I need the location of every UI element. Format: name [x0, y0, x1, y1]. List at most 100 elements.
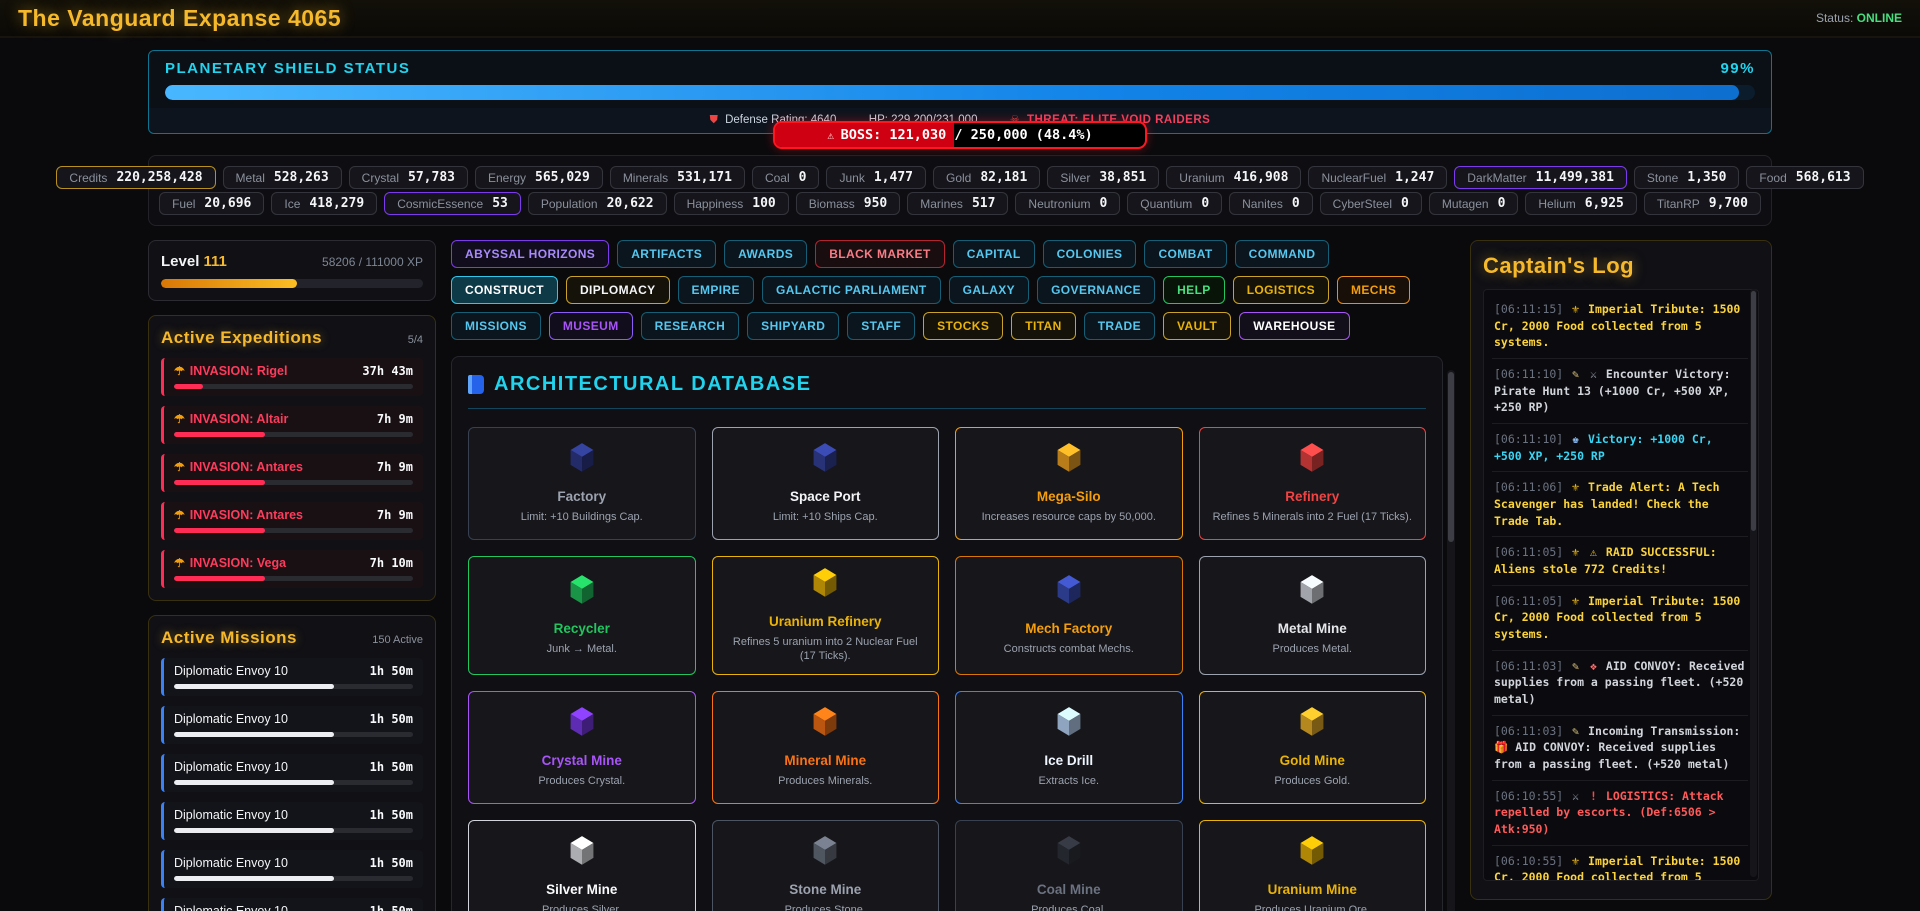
tab-command[interactable]: COMMAND — [1235, 240, 1330, 268]
content-scrollbar[interactable] — [1447, 370, 1455, 911]
tab-galaxy[interactable]: GALAXY — [949, 276, 1029, 304]
resource-pill-uranium[interactable]: Uranium416,908 — [1166, 166, 1301, 189]
database-book-icon — [468, 375, 484, 394]
resource-pill-cosmicessence[interactable]: CosmicEssence53 — [384, 192, 521, 215]
log-timestamp: [06:11:10] — [1494, 432, 1570, 446]
tab-diplomacy[interactable]: DIPLOMACY — [566, 276, 670, 304]
building-card-recycler[interactable]: RecyclerJunk → Metal. — [468, 556, 696, 675]
building-card-metal-mine[interactable]: Metal MineProduces Metal. — [1199, 556, 1427, 675]
building-card-refinery[interactable]: RefineryRefines 5 Minerals into 2 Fuel (… — [1199, 427, 1427, 540]
expedition-item[interactable]: ☂INVASION: Vega7h 10m — [161, 550, 423, 588]
tab-titan[interactable]: TITAN — [1011, 312, 1075, 340]
resource-pill-coal[interactable]: Coal0 — [752, 166, 820, 189]
resource-pill-nanites[interactable]: Nanites0 — [1229, 192, 1313, 215]
tab-capital[interactable]: CAPITAL — [953, 240, 1035, 268]
mission-item[interactable]: Diplomatic Envoy 101h 50m — [161, 802, 423, 840]
tab-abyssal-horizons[interactable]: ABYSSAL HORIZONS — [451, 240, 609, 268]
building-card-uranium-mine[interactable]: Uranium MineProduces Uranium Ore. — [1199, 820, 1427, 911]
tab-trade[interactable]: TRADE — [1084, 312, 1155, 340]
resource-pill-metal[interactable]: Metal528,263 — [223, 166, 342, 189]
resource-pill-credits[interactable]: Credits220,258,428 — [56, 166, 215, 189]
building-card-uranium-refinery[interactable]: Uranium RefineryRefines 5 uranium into 2… — [712, 556, 940, 675]
mission-item[interactable]: Diplomatic Envoy 101h 50m — [161, 706, 423, 744]
log-scrollbar[interactable] — [1750, 289, 1757, 877]
tab-mechs[interactable]: MECHS — [1337, 276, 1410, 304]
building-card-crystal-mine[interactable]: Crystal MineProduces Crystal. — [468, 691, 696, 804]
tab-colonies[interactable]: COLONIES — [1043, 240, 1137, 268]
resource-value: 38,851 — [1099, 170, 1146, 185]
resource-value: 0 — [1201, 196, 1209, 211]
building-card-factory[interactable]: FactoryLimit: +10 Buildings Cap. — [468, 427, 696, 540]
resource-pill-nuclearfuel[interactable]: NuclearFuel1,247 — [1308, 166, 1447, 189]
resource-pill-helium[interactable]: Helium6,925 — [1525, 192, 1636, 215]
resource-pill-titanrp[interactable]: TitanRP9,700 — [1644, 192, 1761, 215]
tab-warehouse[interactable]: WAREHOUSE — [1239, 312, 1349, 340]
mission-item[interactable]: Diplomatic Envoy 101h 50m — [161, 658, 423, 696]
resource-pill-biomass[interactable]: Biomass950 — [796, 192, 901, 215]
tab-awards[interactable]: AWARDS — [724, 240, 807, 268]
building-description: Produces Uranium Ore. — [1254, 903, 1370, 911]
resource-pill-junk[interactable]: Junk1,477 — [826, 166, 926, 189]
resource-pill-quantium[interactable]: Quantium0 — [1127, 192, 1222, 215]
building-card-mech-factory[interactable]: Mech FactoryConstructs combat Mechs. — [955, 556, 1183, 675]
resource-pill-darkmatter[interactable]: DarkMatter11,499,381 — [1454, 166, 1627, 189]
resource-pill-neutronium[interactable]: Neutronium0 — [1015, 192, 1120, 215]
tab-missions[interactable]: MISSIONS — [451, 312, 541, 340]
tab-help[interactable]: HELP — [1163, 276, 1225, 304]
tab-black-market[interactable]: BLACK MARKET — [815, 240, 944, 268]
resource-pill-crystal[interactable]: Crystal57,783 — [349, 166, 468, 189]
resource-value: 565,029 — [535, 170, 590, 185]
tab-logistics[interactable]: LOGISTICS — [1233, 276, 1329, 304]
tab-research[interactable]: RESEARCH — [641, 312, 740, 340]
mission-item[interactable]: Diplomatic Envoy 101h 50m — [161, 850, 423, 888]
log-entry: [06:11:05] ⚜ Imperial Tribute: 1500 Cr, … — [1492, 586, 1748, 651]
building-card-space-port[interactable]: Space PortLimit: +10 Ships Cap. — [712, 427, 940, 540]
tab-empire[interactable]: EMPIRE — [678, 276, 754, 304]
tab-museum[interactable]: MUSEUM — [549, 312, 633, 340]
expedition-item[interactable]: ☂INVASION: Altair7h 9m — [161, 406, 423, 444]
resource-pill-stone[interactable]: Stone1,350 — [1634, 166, 1740, 189]
expedition-item[interactable]: ☂INVASION: Rigel37h 43m — [161, 358, 423, 396]
tab-artifacts[interactable]: ARTIFACTS — [617, 240, 716, 268]
resource-pill-minerals[interactable]: Minerals531,171 — [610, 166, 745, 189]
boss-text: BOSS: 121,030 / 250,000 (48.4%) — [841, 127, 1093, 143]
building-card-stone-mine[interactable]: Stone MineProduces Stone. — [712, 820, 940, 911]
resource-pill-energy[interactable]: Energy565,029 — [475, 166, 603, 189]
tab-shipyard[interactable]: SHIPYARD — [747, 312, 839, 340]
resource-pill-marines[interactable]: Marines517 — [907, 192, 1008, 215]
resource-pill-food[interactable]: Food568,613 — [1746, 166, 1863, 189]
building-card-mega-silo[interactable]: Mega-SiloIncreases resource caps by 50,0… — [955, 427, 1183, 540]
resource-pill-silver[interactable]: Silver38,851 — [1047, 166, 1159, 189]
building-card-gold-mine[interactable]: Gold MineProduces Gold. — [1199, 691, 1427, 804]
tab-galactic-parliament[interactable]: GALACTIC PARLIAMENT — [762, 276, 941, 304]
resource-pill-gold[interactable]: Gold82,181 — [933, 166, 1040, 189]
resource-pill-mutagen[interactable]: Mutagen0 — [1429, 192, 1519, 215]
resource-value: 531,171 — [677, 170, 732, 185]
resource-pill-ice[interactable]: Ice418,279 — [271, 192, 377, 215]
mission-progress-fill — [174, 732, 334, 737]
resource-value: 82,181 — [980, 170, 1027, 185]
expedition-item[interactable]: ☂INVASION: Antares7h 9m — [161, 454, 423, 492]
expedition-name: ☂INVASION: Antares — [174, 460, 303, 474]
resource-label: DarkMatter — [1467, 171, 1526, 185]
mission-item[interactable]: Diplomatic Envoy 101h 50m — [161, 898, 423, 911]
mission-item[interactable]: Diplomatic Envoy 101h 50m — [161, 754, 423, 792]
resource-pill-cybersteel[interactable]: CyberSteel0 — [1320, 192, 1422, 215]
tab-vault[interactable]: VAULT — [1163, 312, 1231, 340]
building-card-ice-drill[interactable]: Ice DrillExtracts Ice. — [955, 691, 1183, 804]
resource-label: Fuel — [172, 197, 195, 211]
building-card-mineral-mine[interactable]: Mineral MineProduces Minerals. — [712, 691, 940, 804]
tab-construct[interactable]: CONSTRUCT — [451, 276, 558, 304]
tab-stocks[interactable]: STOCKS — [923, 312, 1003, 340]
tab-combat[interactable]: COMBAT — [1144, 240, 1226, 268]
resource-pill-fuel[interactable]: Fuel20,696 — [159, 192, 264, 215]
resource-value: 6,925 — [1585, 196, 1624, 211]
expedition-item[interactable]: ☂INVASION: Antares7h 9m — [161, 502, 423, 540]
building-card-coal-mine[interactable]: Coal MineProduces Coal. — [955, 820, 1183, 911]
resource-pill-happiness[interactable]: Happiness100 — [674, 192, 789, 215]
building-card-silver-mine[interactable]: Silver MineProduces Silver. — [468, 820, 696, 911]
resource-pill-population[interactable]: Population20,622 — [528, 192, 667, 215]
log-timestamp: [06:11:03] — [1494, 659, 1570, 673]
tab-governance[interactable]: GOVERNANCE — [1037, 276, 1155, 304]
tab-staff[interactable]: STAFF — [847, 312, 915, 340]
